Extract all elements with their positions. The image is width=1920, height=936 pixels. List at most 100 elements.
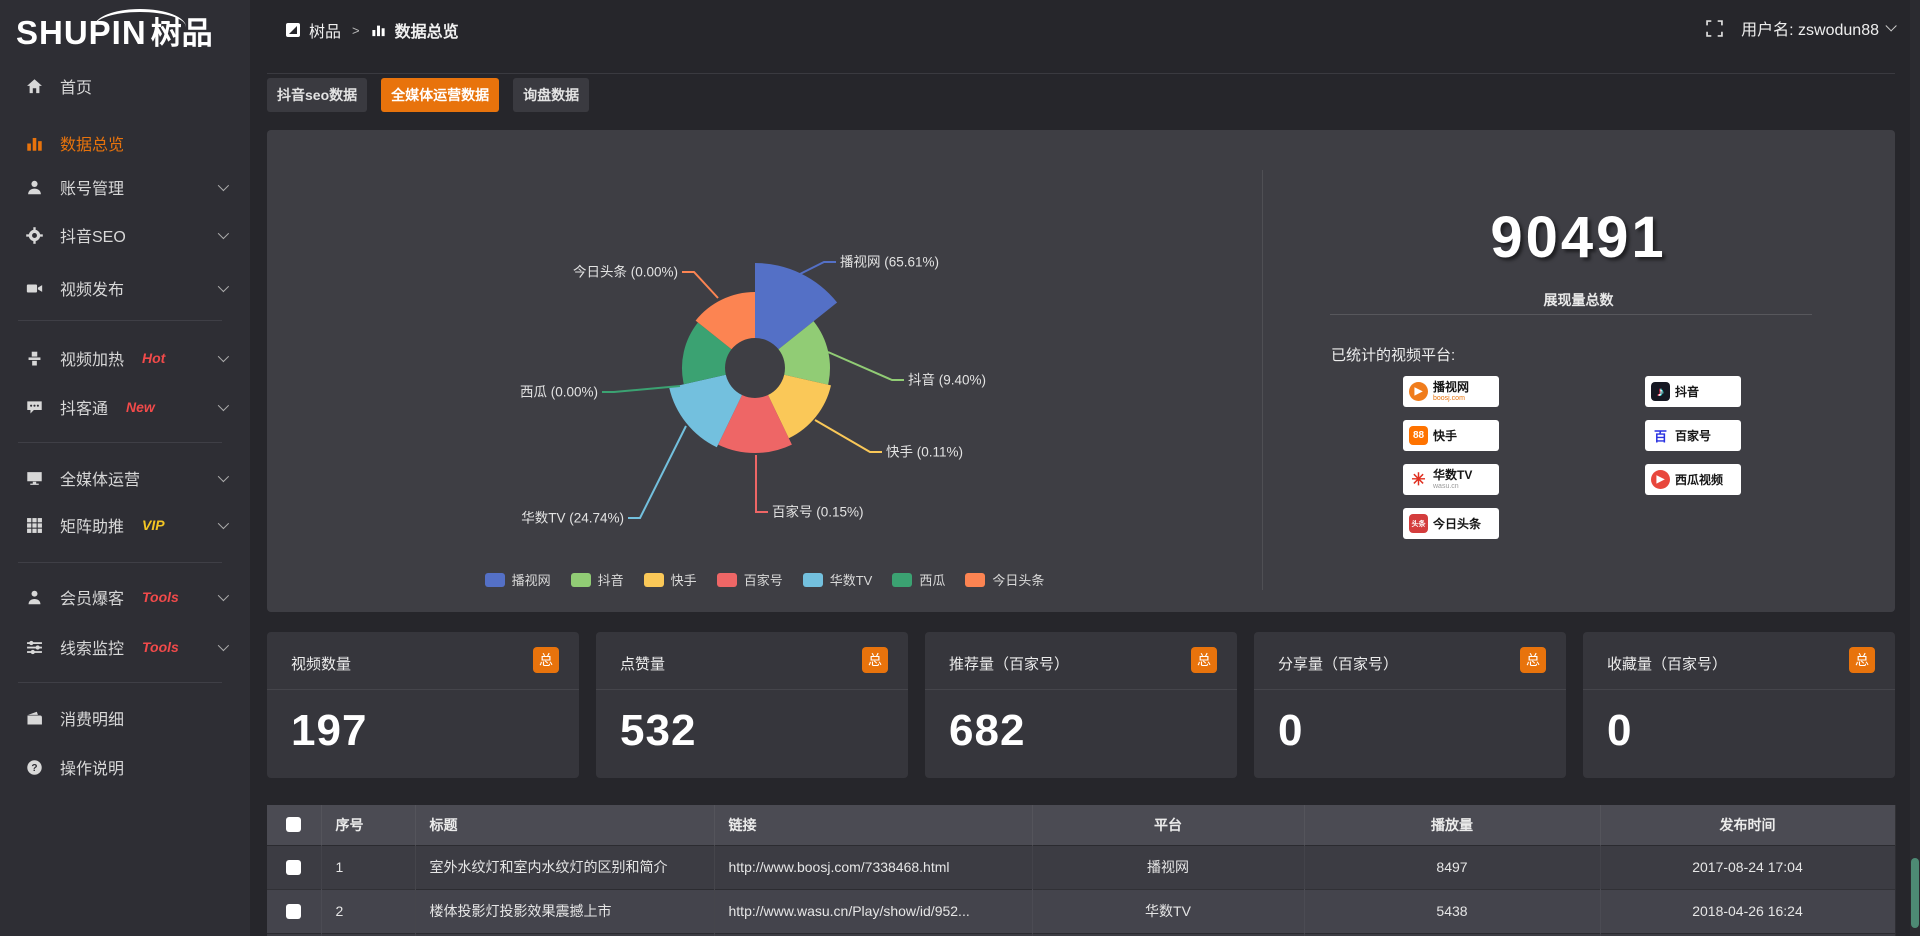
pie-label-西瓜: 西瓜 (0.00%) — [520, 385, 598, 400]
row-checkbox[interactable] — [286, 904, 301, 919]
platform-badge-百家号: 百百家号 — [1645, 420, 1741, 451]
row-checkbox[interactable] — [286, 860, 301, 875]
sidebar-item-视频发布[interactable]: 视频发布 — [0, 268, 250, 308]
legend-swatch — [965, 573, 985, 587]
stamp-icon — [26, 350, 46, 367]
cell-index: 1 — [321, 845, 415, 889]
cell-link[interactable]: http://www.boosj.com/7338468.html — [714, 845, 1032, 889]
videos-table: 序号标题链接平台播放量发布时间 1室外水纹灯和室内水纹灯的区别和简介http:/… — [267, 805, 1896, 936]
sidebar-item-label: 抖音SEO — [60, 223, 126, 247]
legend-item-百家号[interactable]: 百家号 — [717, 570, 783, 589]
tab-全媒体运营数据[interactable]: 全媒体运营数据 — [381, 78, 499, 112]
sidebar-item-数据总览[interactable]: 数据总览 — [0, 123, 250, 163]
stat-card-total-badge[interactable]: 总 — [1520, 647, 1546, 673]
pie-label-line-播视网 — [800, 262, 836, 274]
app-root: 树品 > 数据总览 用户名: zswodun88 SHUPIN树品 首页数据总览… — [0, 0, 1920, 936]
stat-card-total-badge[interactable]: 总 — [1849, 647, 1875, 673]
legend-swatch — [644, 573, 664, 587]
sidebar-item-label: 抖客通 — [60, 395, 108, 419]
table-row: 2楼体投影灯投影效果震撼上市http://www.wasu.cn/Play/sh… — [267, 889, 1895, 933]
pie-label-line-抖音 — [828, 352, 904, 380]
sidebar-item-label: 矩阵助推 — [60, 513, 124, 537]
sidebar-item-首页[interactable]: 首页 — [0, 66, 250, 106]
platform-badges-left: ▶播视网boosj.com88快手✳华数TVwasu.cn头条今日头条 — [1403, 376, 1499, 539]
pie-label-line-快手 — [815, 420, 882, 452]
legend-item-抖音[interactable]: 抖音 — [571, 570, 624, 589]
sidebar-item-抖音SEO[interactable]: 抖音SEO — [0, 215, 250, 255]
wasu-logo-icon: ✳ — [1409, 470, 1428, 489]
select-all-checkbox[interactable] — [286, 817, 301, 832]
header-cell-序号: 序号 — [321, 805, 415, 845]
pie-label-华数TV: 华数TV (24.74%) — [521, 511, 624, 526]
platforms-title: 已统计的视频平台: — [1331, 344, 1455, 365]
cell-link[interactable]: http://www.wasu.cn/Play/show/id/952... — [714, 889, 1032, 933]
bar-chart-mini-icon — [371, 23, 386, 37]
legend-item-华数TV[interactable]: 华数TV — [803, 570, 873, 589]
sidebar-item-抖客通[interactable]: 抖客通 New — [0, 387, 250, 427]
chart-panel: 播视网 (65.61%)抖音 (9.40%)快手 (0.11%)百家号 (0.1… — [267, 130, 1895, 612]
sidebar-tag-new: New — [126, 399, 155, 415]
stat-card-title: 视频数量 — [291, 653, 351, 674]
sidebar-item-label: 操作说明 — [60, 755, 124, 779]
stat-card-点赞量: 点赞量总532 — [596, 632, 908, 778]
fullscreen-icon[interactable] — [1706, 20, 1723, 37]
stat-card-header: 视频数量 总 — [267, 632, 579, 690]
platform-badge-今日头条: 头条今日头条 — [1403, 508, 1499, 539]
legend-item-西瓜[interactable]: 西瓜 — [892, 570, 945, 589]
user-menu[interactable]: 用户名: zswodun88 — [1741, 16, 1893, 40]
chevron-down-icon — [218, 590, 229, 601]
legend-label: 快手 — [671, 570, 697, 589]
stat-card-total-badge[interactable]: 总 — [533, 647, 559, 673]
table-row: 1室外水纹灯和室内水纹灯的区别和简介http://www.boosj.com/7… — [267, 845, 1895, 889]
cell-published: 2018-04-26 16:24 — [1600, 889, 1895, 933]
cell-checkbox — [267, 845, 321, 889]
breadcrumb-separator: > — [352, 23, 360, 38]
legend-item-快手[interactable]: 快手 — [644, 570, 697, 589]
kuaishou-logo-icon: 88 — [1409, 426, 1428, 445]
legend-swatch — [803, 573, 823, 587]
sidebar-item-全媒体运营[interactable]: 全媒体运营 — [0, 458, 250, 498]
tab-抖音seo数据[interactable]: 抖音seo数据 — [267, 78, 367, 112]
sidebar-item-会员爆客[interactable]: 会员爆客Tools — [0, 577, 250, 617]
sidebar-item-label: 线索监控 — [60, 635, 124, 659]
sidebar-item-操作说明[interactable]: ? 操作说明 — [0, 747, 250, 787]
chevron-down-icon — [218, 228, 229, 239]
stat-card-total-badge[interactable]: 总 — [862, 647, 888, 673]
sidebar-item-线索监控[interactable]: 线索监控Tools — [0, 627, 250, 667]
cell-title[interactable]: 楼体投影灯投影效果震撼上市 — [415, 889, 714, 933]
boosj-logo-icon: ▶ — [1409, 382, 1428, 401]
sidebar-item-label: 视频加热 — [60, 346, 124, 370]
pie-label-line-华数TV — [628, 426, 686, 518]
legend-item-今日头条[interactable]: 今日头条 — [965, 570, 1044, 589]
page-scrollbar[interactable] — [1910, 0, 1920, 936]
pie-label-line-百家号 — [756, 455, 768, 512]
stat-card-value: 0 — [1278, 706, 1303, 756]
gear-icon — [26, 227, 46, 244]
legend-label: 华数TV — [830, 570, 873, 589]
platform-name: 百家号 — [1675, 430, 1711, 442]
pie-label-抖音: 抖音 (9.40%) — [908, 372, 986, 388]
platform-badge-抖音: ♪抖音 — [1645, 376, 1741, 407]
sidebar-item-视频加热[interactable]: 视频加热Hot — [0, 338, 250, 378]
pie-label-今日头条: 今日头条 (0.00%) — [573, 264, 678, 280]
rose-pie-chart[interactable]: 播视网 (65.61%)抖音 (9.40%)快手 (0.11%)百家号 (0.1… — [267, 130, 1262, 612]
sidebar-item-矩阵助推[interactable]: 矩阵助推VIP — [0, 505, 250, 545]
stat-card-value: 197 — [291, 706, 367, 756]
sidebar-item-账号管理[interactable]: 账号管理 — [0, 167, 250, 207]
cell-title[interactable]: 室外水纹灯和室内水纹灯的区别和简介 — [415, 845, 714, 889]
svg-text:?: ? — [31, 763, 37, 774]
breadcrumb-root[interactable]: 树品 — [309, 18, 341, 42]
bar-chart-icon — [26, 135, 46, 152]
sidebar-item-消费明细[interactable]: 消费明细 — [0, 698, 250, 738]
legend-item-播视网[interactable]: 播视网 — [485, 570, 551, 589]
logo-arc — [94, 9, 186, 27]
tab-询盘数据[interactable]: 询盘数据 — [513, 78, 589, 112]
scrollbar-thumb[interactable] — [1911, 858, 1919, 928]
stat-card-title: 点赞量 — [620, 653, 665, 674]
stat-card-value: 682 — [949, 706, 1025, 756]
stat-card-total-badge[interactable]: 总 — [1191, 647, 1217, 673]
home-icon — [26, 78, 46, 95]
pie-label-line-今日头条 — [682, 272, 718, 298]
sidebar-divider — [18, 682, 222, 683]
platform-badge-西瓜视频: ▶西瓜视频 — [1645, 464, 1741, 495]
